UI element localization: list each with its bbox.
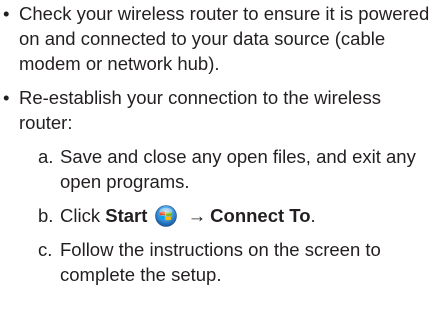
bullet-icon: • <box>3 3 10 24</box>
connect-to-label: Connect To <box>210 205 311 226</box>
step-marker: c. <box>38 239 53 260</box>
step-marker: a. <box>38 146 54 167</box>
step-a: a. Save and close any open files, and ex… <box>19 144 435 194</box>
bullet-icon: • <box>3 87 10 108</box>
instruction-document: • Check your wireless router to ensure i… <box>0 1 435 296</box>
steps-list: a. Save and close any open files, and ex… <box>19 144 435 287</box>
windows-start-orb-icon <box>154 205 177 227</box>
step-text: Follow the instructions on the screen to… <box>60 239 381 285</box>
step-c: c. Follow the instructions on the screen… <box>19 237 435 287</box>
list-item-check-router: • Check your wireless router to ensure i… <box>0 1 435 76</box>
arrow-icon: → <box>187 205 207 226</box>
start-label: Start <box>105 205 148 226</box>
step-marker: b. <box>38 205 54 226</box>
step-text: Save and close any open files, and exit … <box>60 146 416 192</box>
step-suffix: . <box>310 205 316 226</box>
step-b: b. Click Start → Connect To. <box>19 203 435 228</box>
list-item-text: Check your wireless router to ensure it … <box>19 3 430 74</box>
step-prefix: Click <box>60 205 106 226</box>
list-item-text: Re-establish your connection to the wire… <box>19 87 381 133</box>
list-item-reestablish-connection: • Re-establish your connection to the wi… <box>0 85 435 287</box>
